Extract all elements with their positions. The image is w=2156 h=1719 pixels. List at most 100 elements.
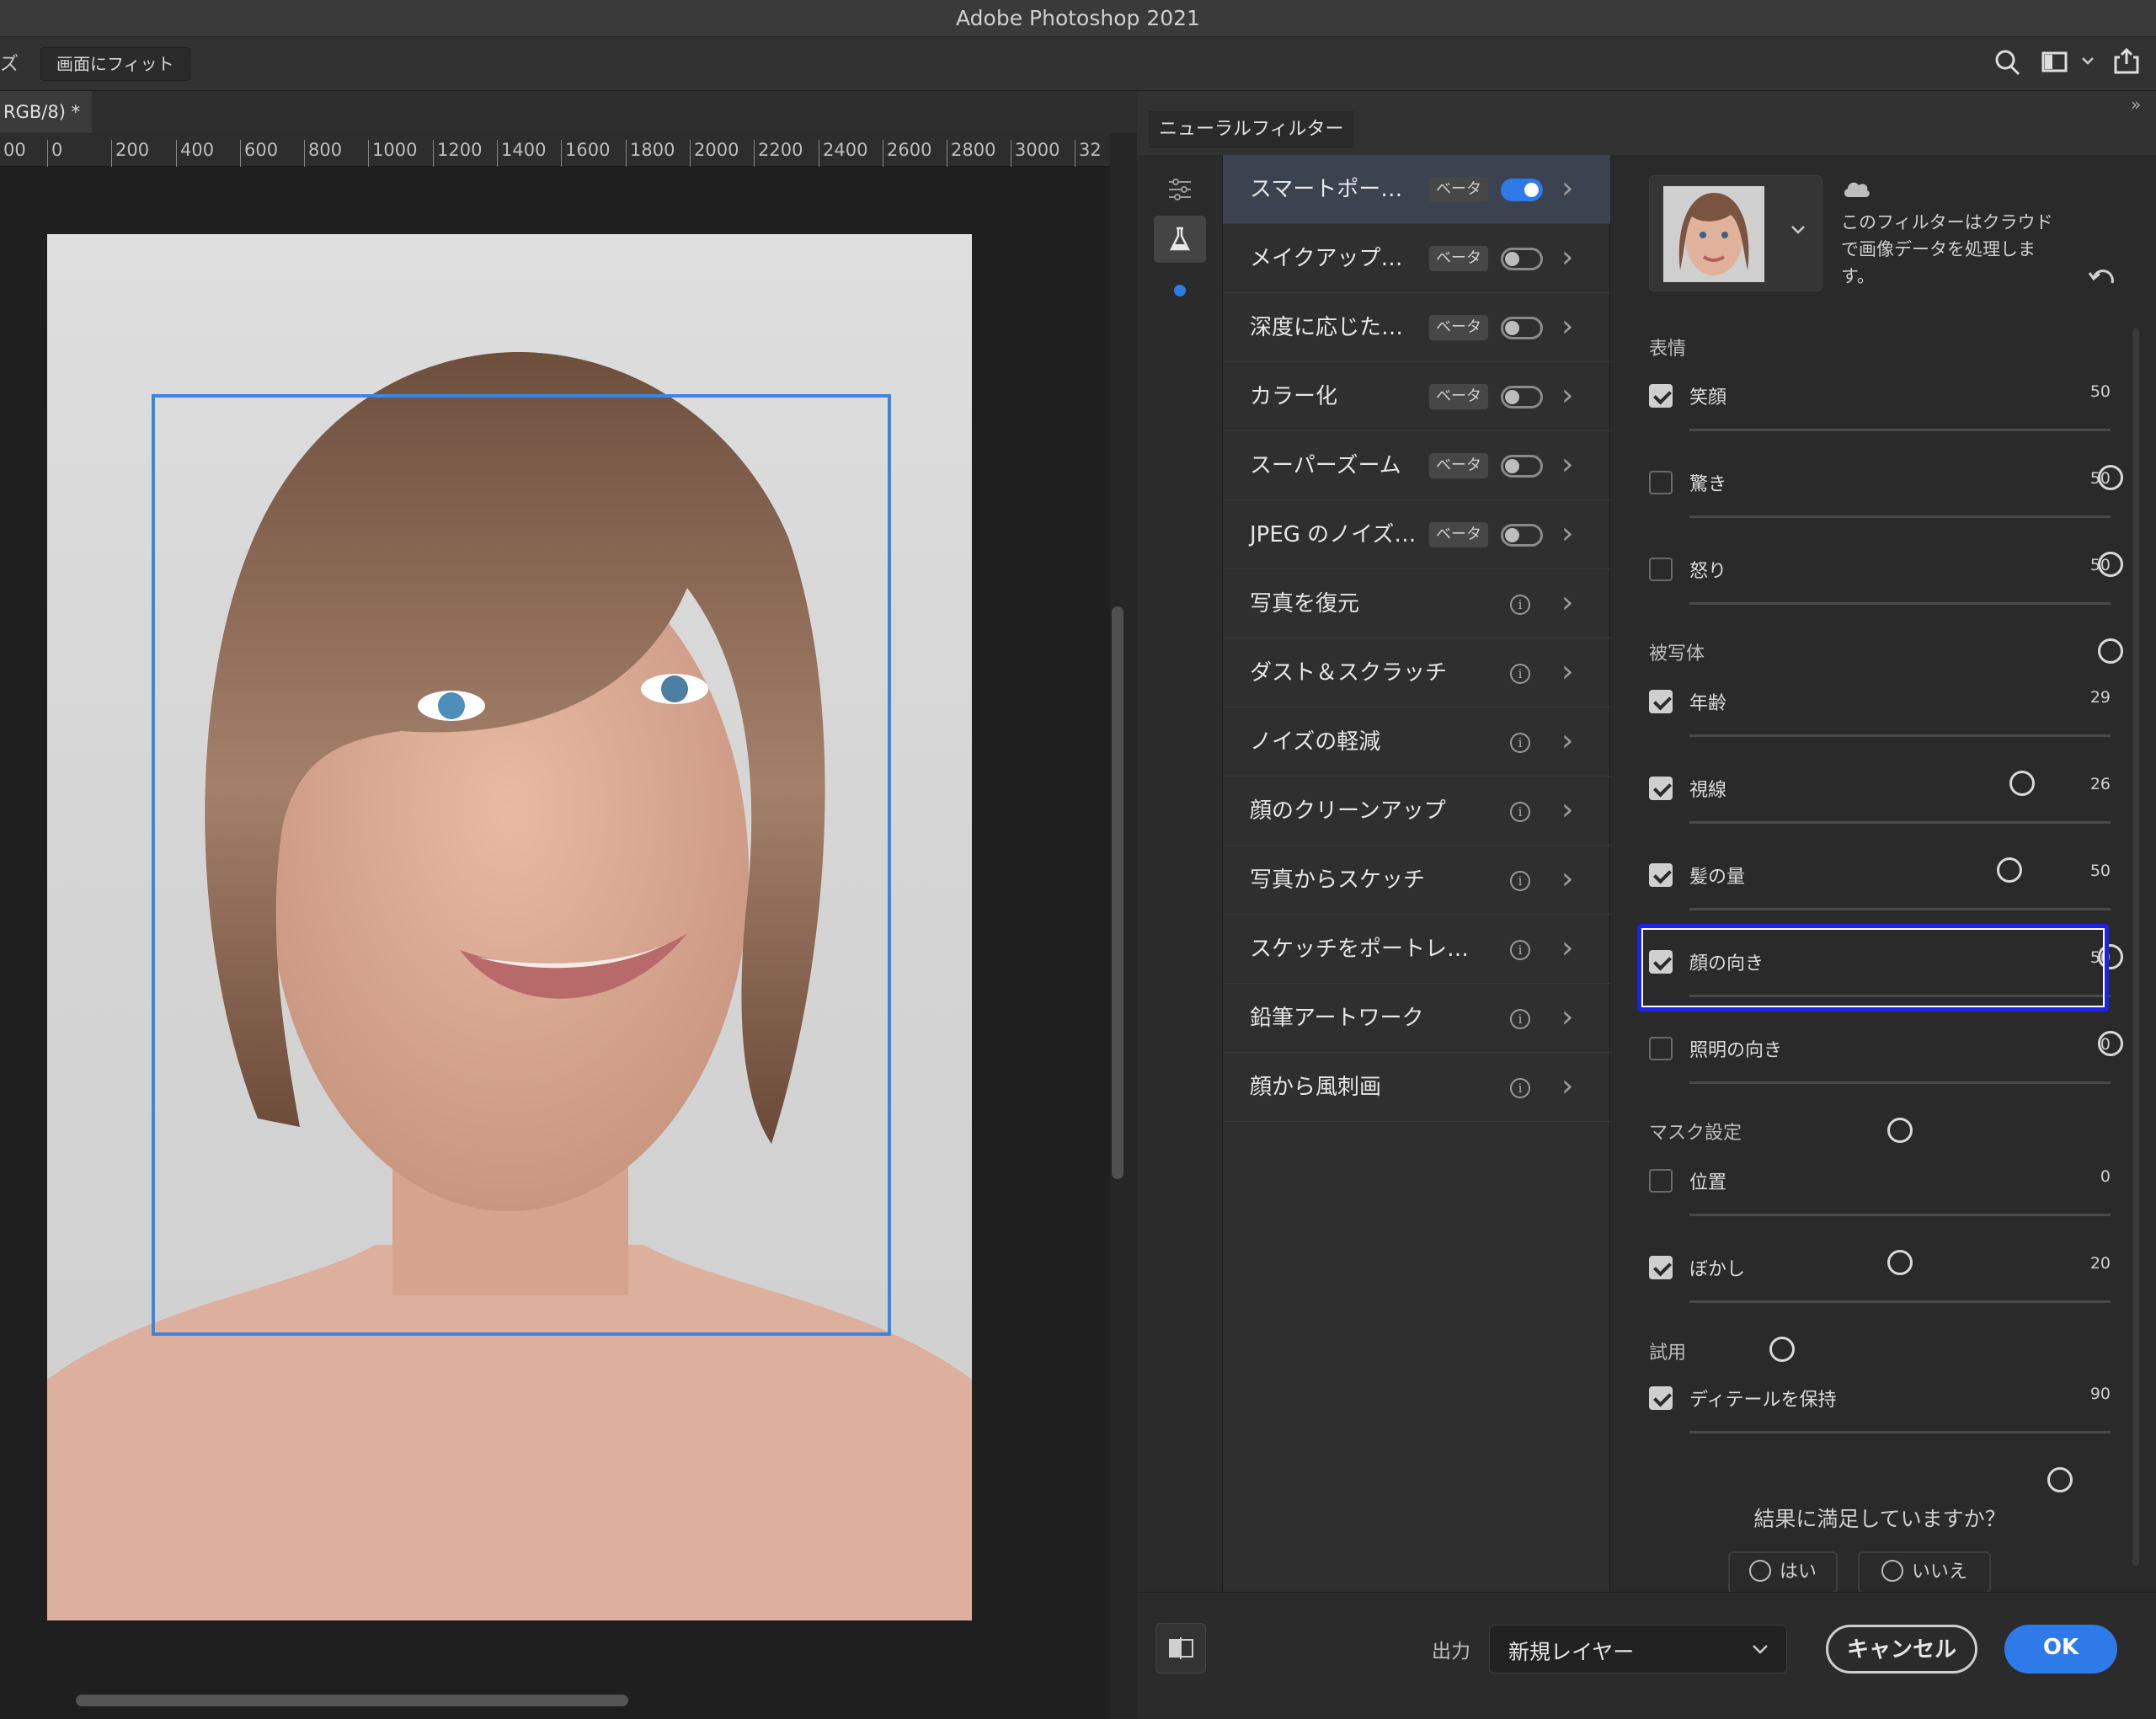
filter-toggle[interactable] [1501,386,1543,408]
checkbox[interactable] [1649,384,1673,408]
slider-row[interactable]: 位置 0 [1649,1162,2111,1275]
feedback-no-button[interactable]: いいえ [1858,1551,1991,1594]
chevron-down-icon[interactable] [1790,223,1806,239]
feedback-yes-button[interactable]: はい [1728,1551,1838,1594]
document-tab[interactable]: RGB/8) * [0,91,93,133]
filter-toggle[interactable] [1501,179,1543,201]
slider-thumb[interactable] [1769,1337,1795,1362]
filter-toggle[interactable] [1501,248,1543,270]
info-icon[interactable]: i [1510,1078,1530,1098]
preview-toggle-button[interactable] [1155,1623,1206,1674]
cancel-button[interactable]: キャンセル [1826,1625,1977,1674]
chevron-right-icon[interactable]: › [1561,241,1573,275]
chevron-right-icon[interactable]: › [1561,932,1573,965]
filter-row-photo-restore[interactable]: 写真を復元 i › [1223,569,1610,638]
slider-track[interactable] [1689,821,2111,883]
settings-scrollbar[interactable] [2132,328,2139,1566]
slider-row[interactable]: 笑顔 50 [1649,377,2123,490]
search-icon[interactable] [1994,49,2021,81]
vertical-scrollbar[interactable] [1112,606,1123,1179]
info-icon[interactable]: i [1510,802,1530,822]
slider-track[interactable] [1689,1214,2111,1275]
filter-row-colorize[interactable]: カラー化 ベータ › [1223,362,1610,431]
slider-thumb[interactable] [2098,638,2123,664]
slider-row[interactable]: 照明の向き 0 [1649,1030,2111,1143]
chevron-right-icon[interactable]: › [1561,1001,1573,1034]
checkbox[interactable] [1649,1037,1673,1060]
chevron-right-icon[interactable]: › [1561,793,1573,827]
filter-toggle[interactable] [1501,455,1543,478]
filter-toggle[interactable] [1501,524,1543,547]
info-icon[interactable]: i [1510,940,1530,960]
checkbox[interactable] [1649,471,1673,494]
slider-thumb[interactable] [2047,1467,2073,1492]
slider-track[interactable] [1689,1300,2111,1362]
filter-row-sketch-to-portrait[interactable]: スケッチをポートレ… i › [1223,915,1610,984]
filter-row-pencil-artwork[interactable]: 鉛筆アートワーク i › [1223,984,1610,1053]
filter-row-jpeg-noise[interactable]: JPEG のノイズ… ベータ › [1223,500,1610,569]
info-icon[interactable]: i [1510,664,1530,684]
info-icon[interactable]: i [1510,871,1530,891]
slider-track[interactable] [1689,602,2123,664]
chevron-right-icon[interactable]: › [1561,379,1573,413]
chevron-right-icon[interactable]: › [1561,172,1573,206]
workspace-icon[interactable] [2041,51,2068,77]
chevron-right-icon[interactable]: › [1561,448,1573,482]
filter-row-super-zoom[interactable]: スーパーズーム ベータ › [1223,431,1610,500]
beta-flask-tab[interactable] [1154,216,1206,263]
filter-row-face-to-caricature[interactable]: 顔から風刺画 i › [1223,1053,1610,1122]
checkbox[interactable] [1649,863,1673,887]
panel-collapse-icon[interactable]: » [2131,94,2141,115]
sliders-icon[interactable] [1166,177,1194,206]
filter-row-face-cleanup[interactable]: 顔のクリーンアップ i › [1223,777,1610,846]
checkbox[interactable] [1649,1256,1673,1279]
slider-track[interactable] [1689,1081,2111,1143]
chevron-down-icon[interactable] [2080,54,2095,70]
panel-tab-title[interactable]: ニューラルフィルター [1149,111,1354,148]
chevron-right-icon[interactable]: › [1561,862,1573,896]
reset-icon[interactable] [2087,264,2117,293]
slider-track[interactable] [1689,1431,2111,1492]
slider-row[interactable]: 視線 26 [1649,770,2111,883]
filter-row-dust-scratches[interactable]: ダスト＆スクラッチ i › [1223,638,1610,707]
filter-row-photo-to-sketch[interactable]: 写真からスケッチ i › [1223,846,1610,915]
ok-button[interactable]: OK [2004,1625,2117,1674]
slider-track[interactable] [1689,908,2123,969]
chevron-right-icon[interactable]: › [1561,1070,1573,1103]
info-icon[interactable]: i [1510,733,1530,753]
filter-row-makeup[interactable]: メイクアップ… ベータ › [1223,224,1610,293]
checkbox[interactable] [1649,1169,1673,1193]
slider-row[interactable]: ディテールを保持 90 [1649,1380,2111,1492]
info-icon[interactable]: i [1510,1009,1530,1029]
info-icon[interactable]: i [1510,595,1530,615]
slider-track[interactable] [1689,515,2123,577]
chevron-right-icon[interactable]: › [1561,586,1573,620]
chevron-right-icon[interactable]: › [1561,517,1573,551]
horizontal-scrollbar[interactable] [76,1695,628,1706]
chevron-right-icon[interactable]: › [1561,724,1573,758]
share-icon[interactable] [2112,47,2141,79]
slider-thumb[interactable] [1887,1118,1913,1143]
chevron-right-icon[interactable]: › [1561,310,1573,344]
slider-row[interactable]: 怒り 50 [1649,551,2123,664]
highlight-face-direction [1637,924,2109,1012]
checkbox[interactable] [1649,1386,1673,1410]
filter-row-smart-portrait[interactable]: スマートポー… ベータ › [1223,155,1610,224]
checkbox[interactable] [1649,690,1673,713]
slider-row[interactable]: ぼかし 20 [1649,1249,2111,1362]
slider-row[interactable]: 驚き 50 [1649,464,2123,577]
checkbox[interactable] [1649,777,1673,800]
slider-track[interactable] [1689,429,2123,490]
slider-track[interactable] [1689,734,2111,796]
slider-row[interactable]: 年齢 29 [1649,683,2111,796]
slider-label: 笑顔 [1689,387,1727,408]
checkbox[interactable] [1649,558,1673,581]
filter-row-noise-reduction[interactable]: ノイズの軽減 i › [1223,707,1610,777]
face-selector[interactable] [1649,175,1822,291]
filter-row-depth[interactable]: 深度に応じた… ベータ › [1223,293,1610,362]
toggle-knob [1505,528,1519,542]
fit-screen-button[interactable]: 画面にフィット [40,47,190,81]
filter-toggle[interactable] [1501,317,1543,339]
output-select[interactable]: 新規レイヤー [1489,1625,1787,1674]
chevron-right-icon[interactable]: › [1561,655,1573,689]
